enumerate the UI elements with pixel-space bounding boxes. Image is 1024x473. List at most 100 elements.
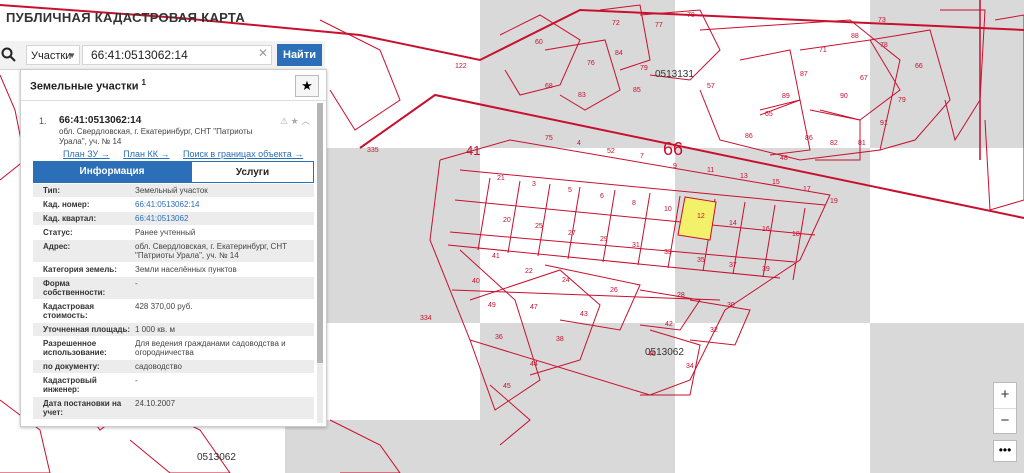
parcel-label: 78 xyxy=(687,12,695,19)
find-button[interactable]: Найти xyxy=(277,44,322,66)
parcel-label: 39 xyxy=(762,266,770,273)
parcel-label: 13 xyxy=(740,173,748,180)
parcel-label: 78 xyxy=(880,42,888,49)
parcel-label: 86 xyxy=(745,133,753,140)
info-row: Уточненная площадь: 1 000 кв. м xyxy=(33,323,314,337)
info-key: Кад. номер: xyxy=(43,200,90,209)
parcel-label: 42 xyxy=(665,321,673,328)
parcel-label: 122 xyxy=(455,63,467,70)
info-row: Разрешенное использование: Для ведения гр… xyxy=(33,337,314,360)
parcel-label: 7 xyxy=(640,153,644,160)
parcel-label: 82 xyxy=(830,140,838,147)
parcel-label: 10 xyxy=(664,206,672,213)
close-icon[interactable]: ✕ xyxy=(258,46,268,60)
parcel-label: 12 xyxy=(697,213,705,220)
parcel-label: 68 xyxy=(545,83,553,90)
info-key: Адрес: xyxy=(43,242,71,251)
parcel-label: 84 xyxy=(615,50,623,57)
zoom-out-button[interactable]: − xyxy=(994,409,1016,434)
scrollbar[interactable] xyxy=(317,103,323,423)
parcel-label: 334 xyxy=(420,315,432,322)
info-row: Форма собственности: - xyxy=(33,277,314,300)
star-outline-icon[interactable]: ★ xyxy=(291,116,299,126)
parcel-label: 14 xyxy=(729,220,737,227)
info-key: Разрешенное использование: xyxy=(43,339,107,357)
parcel-label: 16 xyxy=(762,226,770,233)
parcel-label: 79 xyxy=(640,65,648,72)
parcel-label: 33 xyxy=(664,249,672,256)
parcel-label: 47 xyxy=(530,304,538,311)
parcel-label: 88 xyxy=(851,33,859,40)
parcel-label: 60 xyxy=(535,39,543,46)
parcel-label: 83 xyxy=(578,92,586,99)
parcel-label: 79 xyxy=(898,97,906,104)
info-value[interactable]: 66:41:0513062 xyxy=(131,212,314,225)
parcel-label: 49 xyxy=(488,302,496,309)
parcel-label: 25 xyxy=(535,223,543,230)
result-address: обл. Свердловская, г. Екатеринбург, СНТ … xyxy=(59,127,253,146)
quarter-label-left: 0513062 xyxy=(197,452,236,463)
parcel-label: 15 xyxy=(772,179,780,186)
info-value: 428 370,00 руб. xyxy=(135,302,193,311)
info-key: Категория земель: xyxy=(43,265,117,274)
parcel-label: 36 xyxy=(495,334,503,341)
plan-zu-link[interactable]: План ЗУ → xyxy=(63,149,110,159)
parcel-label: 44 xyxy=(530,361,538,368)
info-value: Земли населённых пунктов xyxy=(135,265,237,274)
chevron-up-icon[interactable]: ︿ xyxy=(301,116,310,126)
warning-icon[interactable]: ⚠ xyxy=(280,116,288,126)
info-row: по документу: садоводство xyxy=(33,360,314,374)
parcel-label: 41 xyxy=(492,253,500,260)
tab-info[interactable]: Информация xyxy=(33,161,191,183)
result-tools: ⚠ ★ ︿ xyxy=(280,114,310,127)
info-row: Тип: Земельный участок xyxy=(33,184,314,198)
parcel-label: 30 xyxy=(727,302,735,309)
info-key: Уточненная площадь: xyxy=(43,325,131,334)
parcel-label: 43 xyxy=(580,311,588,318)
parcel-label: 3 xyxy=(532,181,536,188)
info-key: Тип: xyxy=(43,186,60,195)
parcel-label: 52 xyxy=(607,148,615,155)
search-icon[interactable] xyxy=(0,45,18,65)
search-bounds-link[interactable]: Поиск в границах объекта → xyxy=(183,149,303,159)
parcel-label: 72 xyxy=(612,20,620,27)
plan-kk-link[interactable]: План КК → xyxy=(123,149,169,159)
result-number: 1. xyxy=(39,116,47,126)
parcel-label: 35 xyxy=(697,257,705,264)
parcel-label: 31 xyxy=(632,242,640,249)
info-value: - xyxy=(135,279,138,288)
quarter-label-bottom: 0513062 xyxy=(645,347,684,358)
parcel-label: 85 xyxy=(633,87,641,94)
info-value: обл. Свердловская, г. Екатеринбург, СНТ … xyxy=(135,242,287,260)
info-value[interactable]: 66:41:0513062:14 xyxy=(131,198,314,211)
info-value: садоводство xyxy=(135,362,182,371)
results-panel: Земельные участки 1 ★ 1. 66:41:0513062:1… xyxy=(20,69,327,427)
info-row: Дата постановки на учет: 24.10.2007 xyxy=(33,397,314,420)
parcel-label: 81 xyxy=(858,140,866,147)
zoom-control: + − xyxy=(993,382,1017,434)
parcel-label: 57 xyxy=(707,83,715,90)
parcel-label: 34 xyxy=(686,363,694,370)
parcel-label: 91 xyxy=(880,120,888,127)
chevron-down-icon: ▼ xyxy=(68,51,76,60)
info-row: Статус: Ранее учтенный xyxy=(33,226,314,240)
tab-services[interactable]: Услуги xyxy=(191,161,314,183)
parcel-label: 37 xyxy=(729,262,737,269)
result-links: План ЗУ → План КК → Поиск в границах объ… xyxy=(63,149,314,159)
result-cad-id[interactable]: 66:41:0513062:14 xyxy=(59,115,141,126)
parcel-label: 90 xyxy=(840,93,848,100)
info-key: Дата постановки на учет: xyxy=(43,399,122,417)
parcel-label: 73 xyxy=(878,17,886,24)
scroll-thumb[interactable] xyxy=(317,103,323,363)
zoom-in-button[interactable]: + xyxy=(994,383,1016,408)
info-row: Адрес: обл. Свердловская, г. Екатеринбург… xyxy=(33,240,314,263)
parcel-label: 5 xyxy=(568,187,572,194)
parcel-label: 75 xyxy=(545,135,553,142)
parcel-label: 32 xyxy=(710,327,718,334)
search-input[interactable] xyxy=(82,45,272,65)
star-icon[interactable]: ★ xyxy=(295,75,319,97)
district-label-41: 41 xyxy=(466,143,480,158)
parcel-label: 335 xyxy=(367,147,379,154)
search-type-select[interactable]: Участки ▼ xyxy=(26,45,80,65)
more-button[interactable]: ••• xyxy=(993,440,1017,462)
